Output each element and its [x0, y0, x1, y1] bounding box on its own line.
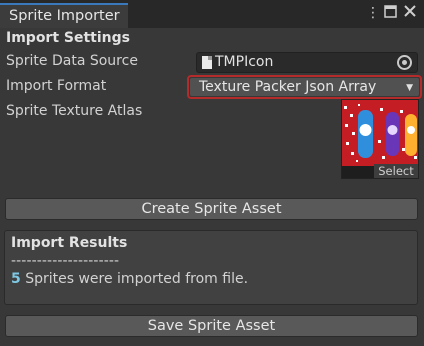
atlas-thumbnail [342, 100, 418, 166]
close-icon[interactable] [404, 5, 416, 21]
sprite-data-source-value: TMPIcon [215, 54, 274, 70]
more-vert-icon[interactable]: ⋮ [366, 5, 380, 21]
import-results-title: Import Results [11, 235, 128, 251]
imported-message-text: Sprites were imported from file. [20, 271, 249, 287]
import-results-message: 5 Sprites were imported from file. [11, 271, 248, 287]
object-picker-icon[interactable] [397, 55, 412, 70]
maximize-icon[interactable] [384, 5, 397, 22]
import-format-value: Texture Packer Json Array [199, 79, 377, 95]
results-divider: --------------------- [11, 253, 120, 269]
chevron-down-icon: ▼ [406, 83, 413, 93]
import-settings-header: Import Settings [6, 30, 130, 46]
save-sprite-asset-button[interactable]: Save Sprite Asset [5, 315, 418, 337]
sprite-data-source-label: Sprite Data Source [6, 53, 138, 69]
tab-sprite-importer[interactable]: Sprite Importer [0, 3, 128, 28]
text-asset-icon [202, 56, 212, 69]
import-format-label: Import Format [6, 78, 107, 94]
import-format-dropdown[interactable]: Texture Packer Json Array ▼ [187, 75, 422, 99]
sprite-data-source-field[interactable]: TMPIcon [196, 52, 418, 73]
import-results-panel: Import Results --------------------- 5 S… [4, 230, 418, 305]
create-sprite-asset-button[interactable]: Create Sprite Asset [5, 198, 418, 220]
sprite-texture-atlas-label: Sprite Texture Atlas [6, 103, 143, 119]
sprite-texture-atlas-field[interactable]: Select [341, 99, 419, 179]
atlas-select-button[interactable]: Select [374, 164, 418, 178]
window-titlebar: Sprite Importer ⋮ [0, 0, 424, 28]
imported-count: 5 [11, 271, 21, 287]
